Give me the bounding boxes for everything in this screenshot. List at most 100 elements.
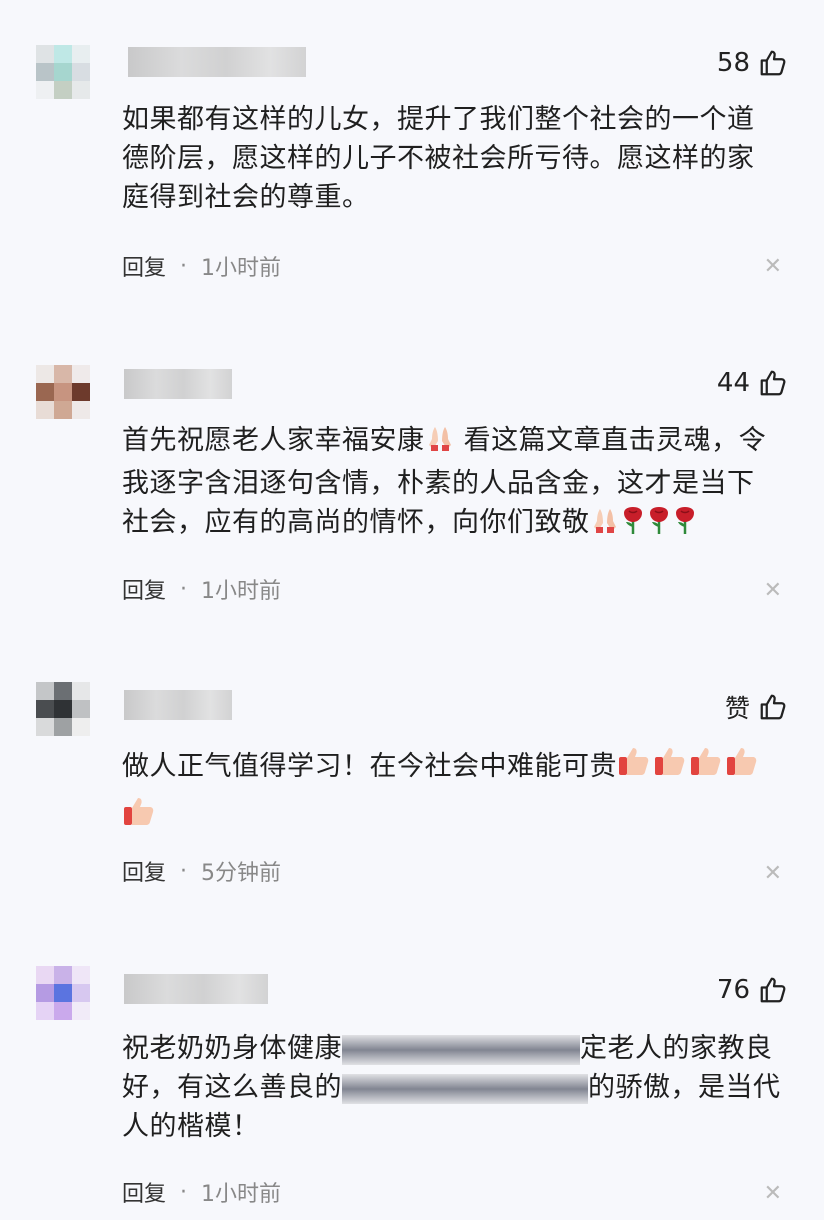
- avatar-pixel: [36, 966, 54, 984]
- thumbs-up-icon: [760, 50, 786, 76]
- like-button[interactable]: 76: [717, 973, 788, 1007]
- timestamp: 1小时前: [201, 1182, 282, 1207]
- separator-dot: ·: [180, 253, 188, 279]
- avatar[interactable]: [36, 365, 90, 419]
- comment-text: 做人正气值得学习！在今社会中难能可贵: [122, 743, 782, 843]
- comment-line: 好，有这么善良的: [122, 1072, 342, 1103]
- thumbs-up-emoji: [689, 743, 725, 793]
- comment-line: 人的楷模！: [122, 1111, 260, 1142]
- rose-emoji: [646, 505, 672, 546]
- close-icon[interactable]: ✕: [764, 1181, 782, 1206]
- thumbs-up-emoji: [653, 743, 689, 793]
- avatar-pixel: [54, 365, 72, 383]
- avatar-pixel: [36, 984, 54, 1002]
- close-icon[interactable]: ✕: [764, 861, 782, 886]
- thumbs-up-icon: [760, 370, 786, 396]
- like-button[interactable]: 赞: [725, 690, 788, 724]
- separator-dot: ·: [180, 576, 188, 602]
- separator-dot: ·: [180, 858, 188, 884]
- avatar-pixel: [36, 700, 54, 718]
- timestamp: 5分钟前: [201, 861, 282, 886]
- avatar-pixel: [36, 718, 54, 736]
- avatar-pixel: [54, 81, 72, 99]
- avatar[interactable]: [36, 966, 90, 1020]
- comment-line: 的骄傲，是当代: [588, 1072, 781, 1103]
- like-button[interactable]: 58: [717, 46, 788, 80]
- comment-line: 祝老奶奶身体健康: [122, 1033, 342, 1064]
- reply-button[interactable]: 回复: [122, 1176, 166, 1208]
- comment-text: 如果都有这样的儿女，提升了我们整个社会的一个道 德阶层，愿这样的儿子不被社会所亏…: [122, 100, 782, 217]
- rose-emoji: [620, 505, 646, 546]
- username-blurred[interactable]: [124, 369, 232, 399]
- like-button[interactable]: 44: [717, 366, 788, 400]
- avatar[interactable]: [36, 45, 90, 99]
- comment-text: 首先祝愿老人家幸福安康 看这篇文章直击灵魂，令 我逐字含泪逐句含情，朴素的人品含…: [122, 421, 782, 546]
- close-icon[interactable]: ✕: [764, 254, 782, 279]
- thumbs-up-icon: [760, 694, 786, 720]
- timestamp: 1小时前: [201, 256, 282, 281]
- avatar-pixel: [36, 383, 54, 401]
- comment-line: 我逐字含泪逐句含情，朴素的人品含金，这才是当下: [122, 468, 755, 499]
- username-blurred[interactable]: [124, 974, 268, 1004]
- avatar-pixel: [36, 401, 54, 419]
- avatar-pixel: [54, 682, 72, 700]
- username-blurred[interactable]: [124, 690, 232, 720]
- avatar-pixel: [36, 81, 54, 99]
- avatar-pixel: [72, 365, 90, 383]
- thumbs-up-icon: [760, 977, 786, 1003]
- redacted-text-blur: [342, 1034, 580, 1065]
- avatar-pixel: [54, 984, 72, 1002]
- comment-line: 做人正气值得学习！在今社会中难能可贵: [122, 751, 617, 782]
- avatar-pixel: [72, 401, 90, 419]
- comment-line: 社会，应有的高尚的情怀，向你们致敬: [122, 507, 590, 538]
- comment-line: 如果都有这样的儿女，提升了我们整个社会的一个道: [122, 104, 755, 135]
- reply-button[interactable]: 回复: [122, 855, 166, 887]
- separator-dot: ·: [180, 1179, 188, 1205]
- thumbs-up-emoji: [725, 743, 761, 793]
- username-blurred[interactable]: [128, 47, 306, 77]
- pray-emoji: [590, 505, 620, 546]
- comment-line: 定老人的家教良: [580, 1033, 773, 1064]
- comment-line: 看这篇文章直击灵魂，令: [454, 425, 767, 456]
- avatar-pixel: [72, 682, 90, 700]
- avatar-pixel: [36, 365, 54, 383]
- like-count: 44: [716, 368, 750, 398]
- rose-emoji: [672, 505, 698, 546]
- avatar-pixel: [54, 63, 72, 81]
- avatar-pixel: [36, 1002, 54, 1020]
- comment-line: 首先祝愿老人家幸福安康: [122, 425, 425, 456]
- avatar-pixel: [54, 1002, 72, 1020]
- comment-line: 庭得到社会的尊重。: [122, 182, 370, 213]
- avatar-pixel: [72, 700, 90, 718]
- avatar-pixel: [72, 718, 90, 736]
- avatar-pixel: [36, 63, 54, 81]
- avatar-pixel: [36, 682, 54, 700]
- avatar[interactable]: [36, 682, 90, 736]
- reply-button[interactable]: 回复: [122, 573, 166, 605]
- like-count: 赞: [724, 694, 750, 723]
- pray-emoji: [425, 423, 455, 464]
- thumbs-up-emoji: [617, 743, 653, 793]
- avatar-pixel: [54, 700, 72, 718]
- avatar-pixel: [54, 383, 72, 401]
- avatar-pixel: [36, 45, 54, 63]
- like-count: 76: [716, 975, 750, 1005]
- redacted-text-blur: [342, 1073, 588, 1104]
- avatar-pixel: [54, 401, 72, 419]
- avatar-pixel: [54, 718, 72, 736]
- thumbs-up-emoji: [122, 793, 158, 843]
- avatar-pixel: [72, 1002, 90, 1020]
- avatar-pixel: [72, 45, 90, 63]
- comment-line: 德阶层，愿这样的儿子不被社会所亏待。愿这样的家: [122, 143, 755, 174]
- avatar-pixel: [54, 45, 72, 63]
- avatar-pixel: [72, 63, 90, 81]
- avatar-pixel: [54, 966, 72, 984]
- comment-text: 祝老奶奶身体健康 定老人的家教良 好，有这么善良的 的骄傲，是当代 人的楷模！: [122, 1029, 782, 1146]
- close-icon[interactable]: ✕: [764, 578, 782, 603]
- avatar-pixel: [72, 966, 90, 984]
- timestamp: 1小时前: [201, 579, 282, 604]
- avatar-pixel: [72, 984, 90, 1002]
- reply-button[interactable]: 回复: [122, 250, 166, 282]
- like-count: 58: [716, 48, 750, 78]
- avatar-pixel: [72, 383, 90, 401]
